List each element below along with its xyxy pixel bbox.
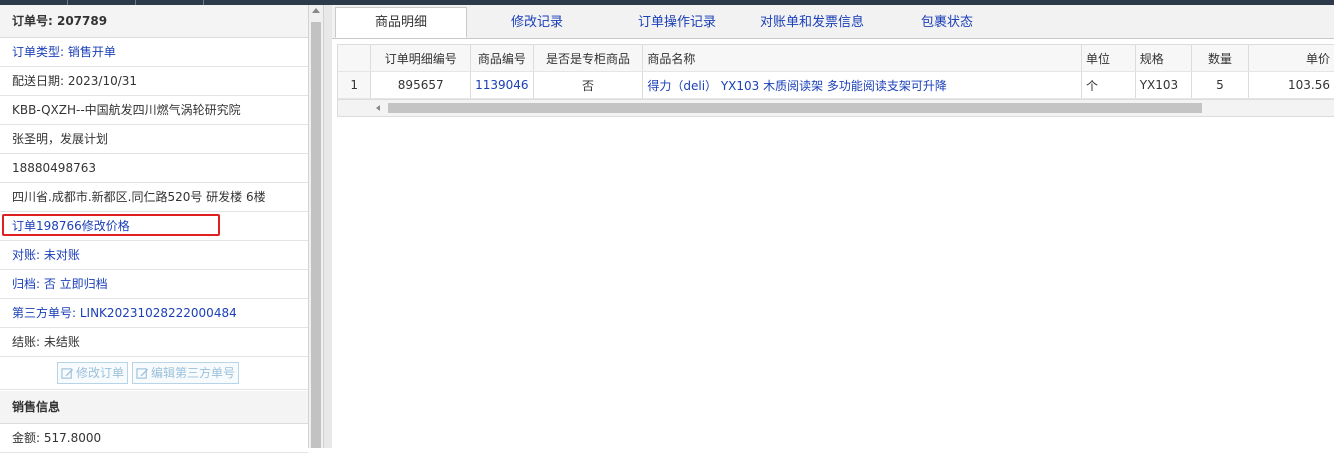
column-header-product-code[interactable]: 商品编号 xyxy=(470,45,534,72)
highlight-box xyxy=(2,214,220,236)
scroll-up-arrow-icon[interactable] xyxy=(312,8,320,13)
price-change-note-row[interactable]: 订单198766修改价格 xyxy=(0,212,308,241)
order-number: 订单号: 207789 xyxy=(0,5,308,38)
tab-package-status[interactable]: 包裹状态 xyxy=(892,8,1002,38)
left-panel-scroll-thumb[interactable] xyxy=(311,22,321,448)
tab-change-log[interactable]: 修改记录 xyxy=(477,8,597,38)
spec-cell: YX103 xyxy=(1135,71,1192,99)
column-header-unit-price[interactable]: 单价 xyxy=(1248,45,1334,72)
column-header-index xyxy=(338,45,372,72)
order-detail-panel: 商品明细 修改记录 订单操作记录 对账单和发票信息 包裹状态 订单明细编号 商品… xyxy=(332,5,1334,448)
column-header-quantity[interactable]: 数量 xyxy=(1191,45,1250,72)
column-header-unit[interactable]: 单位 xyxy=(1081,45,1136,72)
edit-order-label: 修改订单 xyxy=(76,366,125,380)
delivery-date: 配送日期: 2023/10/31 xyxy=(0,67,308,96)
detail-tabs: 商品明细 修改记录 订单操作记录 对账单和发票信息 包裹状态 xyxy=(332,5,1334,39)
order-info-panel: 订单号: 207789 订单类型: 销售开单 配送日期: 2023/10/31 … xyxy=(0,5,309,453)
tab-operation-log[interactable]: 订单操作记录 xyxy=(612,8,742,38)
quantity-cell: 5 xyxy=(1191,71,1250,99)
archive-status[interactable]: 归档: 否 立即归档 xyxy=(0,270,308,299)
reconcile-status[interactable]: 对账: 未对账 xyxy=(0,241,308,270)
product-table: 订单明细编号 商品编号 是否是专柜商品 商品名称 单位 规格 数量 单价 1 8… xyxy=(338,45,1334,99)
edit-icon xyxy=(61,367,74,379)
column-header-product-name[interactable]: 商品名称 xyxy=(642,45,1082,72)
scroll-left-arrow-icon[interactable] xyxy=(376,105,380,111)
customer-name: KBB-QXZH--中国航发四川燃气涡轮研究院 xyxy=(0,96,308,125)
third-party-order-number[interactable]: 第三方单号: LINK20231028222000484 xyxy=(0,299,308,328)
settlement-status: 结账: 未结账 xyxy=(0,328,308,357)
edit-third-party-label: 编辑第三方单号 xyxy=(151,366,236,380)
edit-order-button[interactable]: 修改订单 xyxy=(57,362,129,384)
product-code-link[interactable]: 1139046 xyxy=(470,71,534,99)
unit-cell: 个 xyxy=(1081,71,1136,99)
detail-id-cell: 895657 xyxy=(370,71,472,99)
column-header-counter-product[interactable]: 是否是专柜商品 xyxy=(533,45,644,72)
product-name-link[interactable]: 得力（deli） YX103 木质阅读架 多功能阅读支架可升降 xyxy=(642,71,1082,99)
tab-product-details[interactable]: 商品明细 xyxy=(335,7,467,38)
row-index: 1 xyxy=(338,71,372,99)
delivery-address: 四川省.成都市.新都区.同仁路520号 研发楼 6楼 xyxy=(0,183,308,212)
unit-price-cell: 103.56 xyxy=(1248,71,1334,99)
sales-info-heading: 销售信息 xyxy=(0,391,308,424)
tab-statement-invoice[interactable]: 对账单和发票信息 xyxy=(732,8,892,38)
contact-person: 张圣明，发展计划 xyxy=(0,125,308,154)
grid-horizontal-scrollbar[interactable] xyxy=(338,99,1334,116)
grid-scroll-thumb[interactable] xyxy=(388,103,1202,113)
phone-number: 18880498763 xyxy=(0,154,308,183)
order-type[interactable]: 订单类型: 销售开单 xyxy=(0,38,308,67)
product-detail-grid: 订单明细编号 商品编号 是否是专柜商品 商品名称 单位 规格 数量 单价 1 8… xyxy=(337,44,1334,117)
table-header-row: 订单明细编号 商品编号 是否是专柜商品 商品名称 单位 规格 数量 单价 xyxy=(338,45,1334,72)
order-actions: 修改订单 编辑第三方单号 xyxy=(0,357,308,390)
column-header-spec[interactable]: 规格 xyxy=(1135,45,1192,72)
sales-amount: 金额: 517.8000 xyxy=(0,424,308,453)
counter-product-cell: 否 xyxy=(533,71,644,99)
edit-third-party-button[interactable]: 编辑第三方单号 xyxy=(132,362,240,384)
table-row[interactable]: 1 895657 1139046 否 得力（deli） YX103 木质阅读架 … xyxy=(338,71,1334,99)
edit-icon xyxy=(136,367,149,379)
column-header-detail-id[interactable]: 订单明细编号 xyxy=(370,45,472,72)
